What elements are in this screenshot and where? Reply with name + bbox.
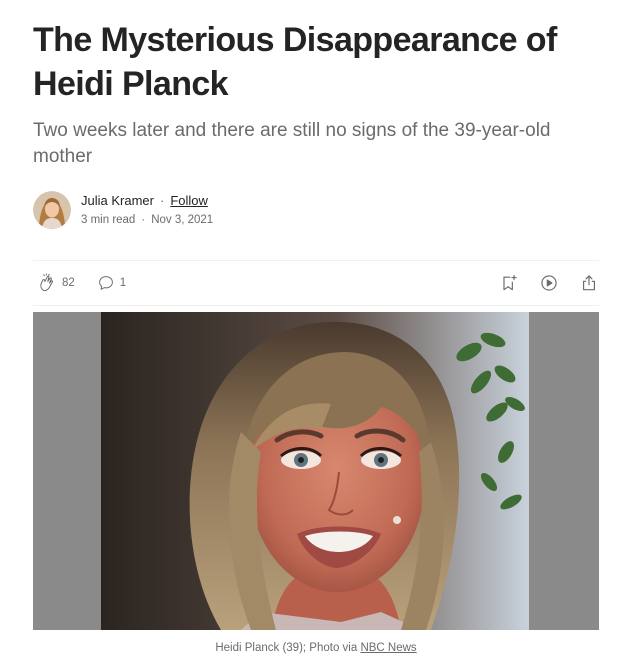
share-button[interactable] (579, 273, 599, 293)
save-button[interactable] (499, 273, 519, 293)
listen-button[interactable] (539, 273, 559, 293)
portrait-photo (101, 312, 529, 630)
read-time: 3 min read (81, 214, 136, 226)
article-title: The Mysterious Disappearance of Heidi Pl… (33, 21, 557, 103)
clap-icon (37, 273, 57, 293)
clap-count: 82 (62, 277, 75, 289)
author-name[interactable]: Julia Kramer (81, 192, 154, 210)
play-icon (539, 273, 559, 293)
publish-date: Nov 3, 2021 (151, 214, 214, 226)
response-count: 1 (119, 277, 127, 289)
follow-link[interactable]: Follow (170, 192, 208, 210)
caption-text: Heidi Planck (39); Photo via (215, 642, 361, 654)
author-block: Julia Kramer · Follow 3 min read · Nov 3… (81, 192, 213, 228)
article-figure: Heidi Planck (39); Photo via NBC News (33, 312, 599, 656)
photo-caption: Heidi Planck (39); Photo via NBC News (33, 640, 599, 656)
author-avatar-image (33, 191, 71, 229)
clap-button[interactable]: 82 (37, 273, 75, 293)
author-row: Julia Kramer · Follow (81, 192, 213, 210)
action-bar: 82 1 (33, 260, 599, 306)
author-avatar[interactable] (33, 191, 71, 229)
separator-dot: · (141, 214, 146, 226)
responses-button[interactable]: 1 (97, 274, 126, 292)
article: The Mysterious Disappearance of Heidi Pl… (33, 18, 599, 306)
article-subtitle: Two weeks later and there are still no s… (33, 120, 551, 167)
comment-icon (97, 274, 115, 292)
caption-source-link[interactable]: NBC News (360, 642, 416, 654)
byline: Julia Kramer · Follow 3 min read · Nov 3… (33, 190, 599, 230)
utility-actions (479, 273, 599, 293)
photo-frame (33, 312, 599, 630)
meta-row: 3 min read · Nov 3, 2021 (81, 212, 213, 228)
bookmark-add-icon (499, 273, 519, 293)
article-photo (101, 312, 529, 630)
separator-dot: · (159, 193, 165, 208)
engagement-actions: 82 1 (33, 273, 126, 293)
share-icon (579, 273, 599, 293)
